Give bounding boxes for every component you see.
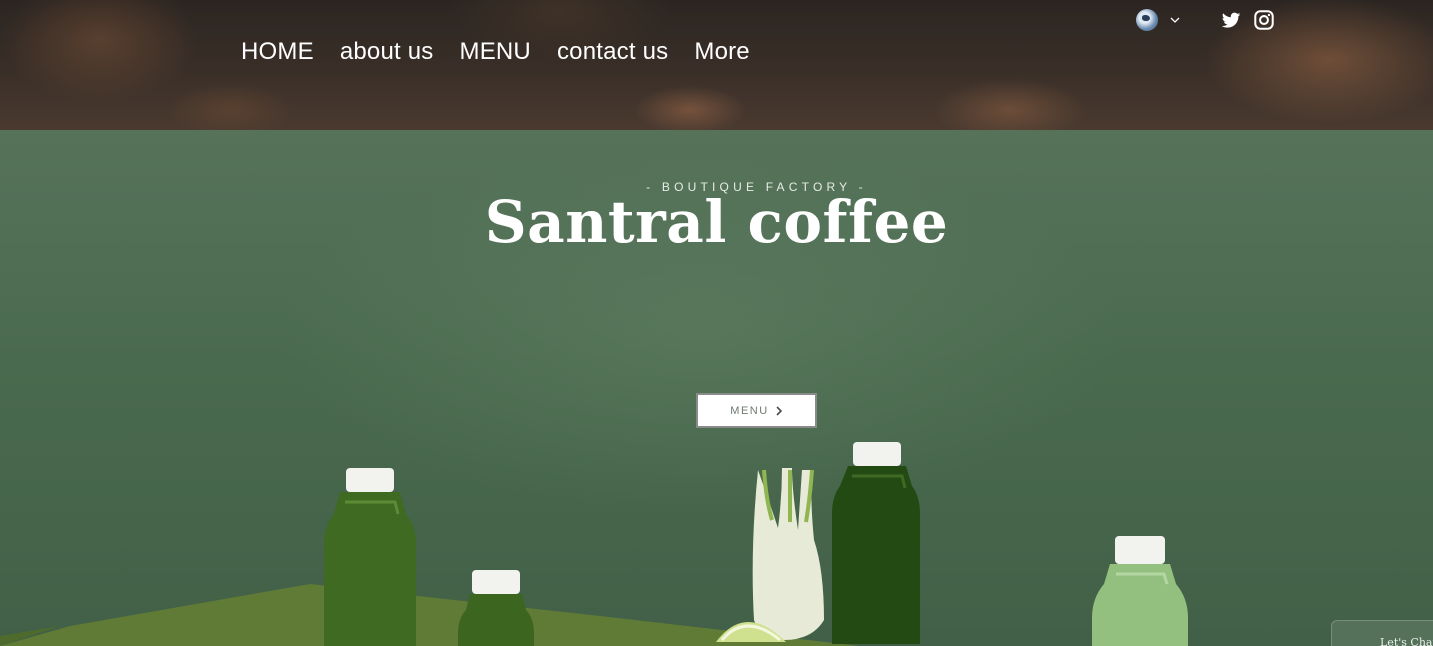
nav-home[interactable]: HOME <box>241 36 314 68</box>
nav-more[interactable]: More <box>694 36 749 68</box>
nav-contact-us[interactable]: contact us <box>557 36 668 68</box>
chat-widget-tab[interactable]: Let's Chat! <box>1331 620 1433 646</box>
social-bar <box>1220 9 1275 31</box>
menu-button[interactable]: MENU <box>696 393 817 428</box>
twitter-icon[interactable] <box>1220 9 1242 31</box>
menu-button-label: MENU <box>730 404 769 417</box>
hero-section: - BOUTIQUE FACTORY - Santral coffee MENU… <box>0 130 1433 646</box>
nav-menu[interactable]: MENU <box>460 36 531 68</box>
chevron-down-icon <box>1170 17 1180 23</box>
language-selector[interactable] <box>1136 9 1180 31</box>
hero-title: Santral coffee <box>484 188 949 256</box>
globe-icon <box>1136 9 1158 31</box>
site-header: HOME about us MENU contact us More <box>0 0 1433 130</box>
nav-about-us[interactable]: about us <box>340 36 434 68</box>
main-nav: HOME about us MENU contact us More <box>241 36 750 68</box>
instagram-icon[interactable] <box>1253 9 1275 31</box>
chevron-right-icon <box>776 405 782 416</box>
